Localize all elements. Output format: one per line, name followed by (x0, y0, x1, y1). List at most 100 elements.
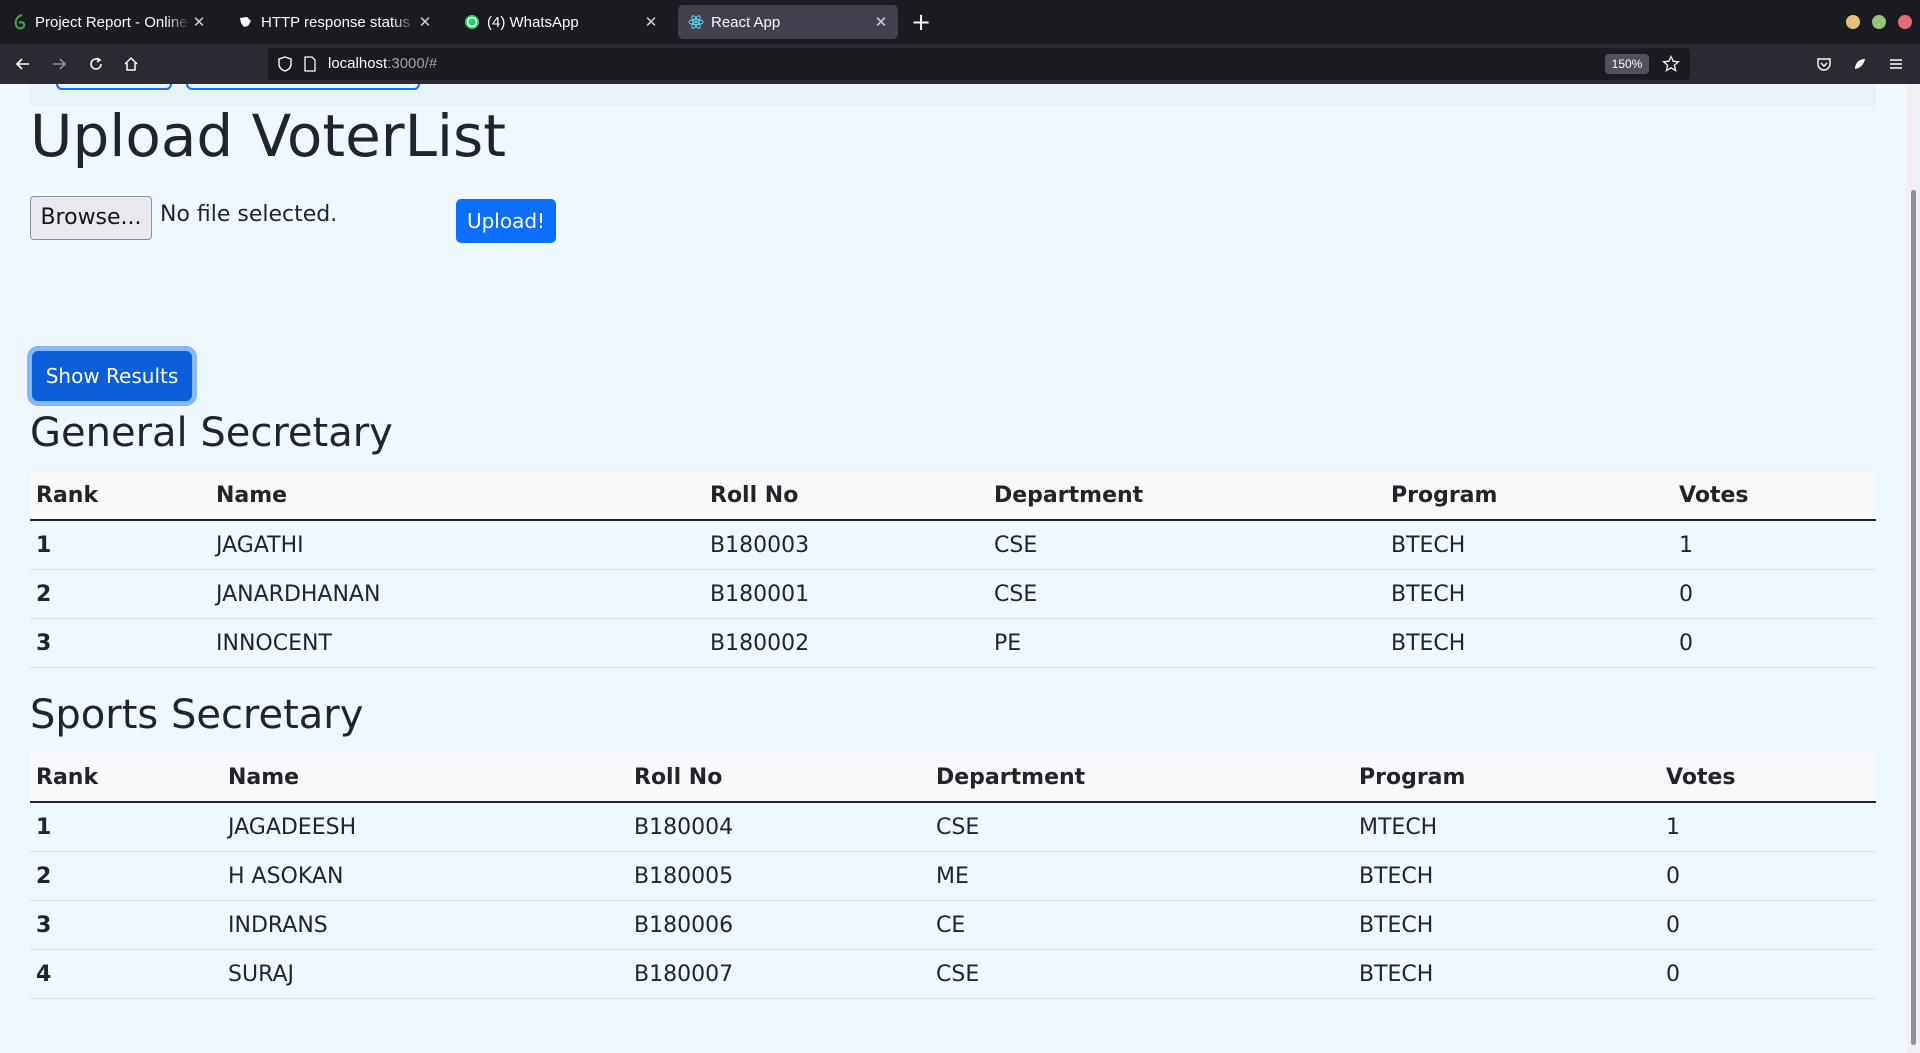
extension-button[interactable] (1848, 52, 1872, 76)
nav-button-partial[interactable] (186, 84, 420, 90)
home-icon (124, 56, 138, 71)
roll-no-cell: B180003 (704, 520, 988, 570)
hamburger-menu-icon (1890, 59, 1902, 69)
table-row: 4 SURAJ B180007 CSE BTECH 0 (30, 949, 1876, 999)
votes-cell: 0 (1673, 618, 1876, 668)
program-cell: BTECH (1385, 569, 1673, 619)
browser-tab-bar: Project Report - Online LaTeX Editor Ove… (0, 0, 1920, 44)
column-header-rank: Rank (30, 753, 222, 803)
program-cell: BTECH (1353, 851, 1660, 901)
column-header-department: Department (988, 471, 1385, 521)
tab-whatsapp[interactable]: (4) WhatsApp ✕ (454, 5, 668, 39)
tab-title: (4) WhatsApp (487, 13, 579, 31)
name-cell: INDRANS (222, 900, 628, 950)
back-arrow-icon (15, 58, 29, 70)
upload-button[interactable]: Upload! (456, 199, 556, 243)
close-icon[interactable]: ✕ (190, 13, 208, 31)
pocket-icon (1817, 58, 1831, 71)
close-window-button[interactable] (1898, 15, 1912, 29)
minimize-button[interactable] (1846, 15, 1860, 29)
browse-file-button[interactable]: Browse... (30, 196, 152, 240)
zoom-level-badge[interactable]: 150% (1605, 54, 1649, 74)
maximize-button[interactable] (1872, 15, 1886, 29)
back-button[interactable] (11, 52, 35, 76)
column-header-rank: Rank (30, 471, 210, 521)
rank-cell: 4 (30, 949, 222, 999)
table-header-row: Rank Name Roll No Department Program Vot… (30, 753, 1876, 803)
results-table-sports-secretary: Rank Name Roll No Department Program Vot… (30, 753, 1876, 999)
name-cell: INNOCENT (210, 618, 704, 668)
table-row: 3 INDRANS B180006 CE BTECH 0 (30, 900, 1876, 950)
column-header-name: Name (222, 753, 628, 803)
new-tab-button[interactable]: + (907, 8, 935, 36)
tab-react-app[interactable]: React App ✕ (678, 5, 898, 39)
column-header-program: Program (1353, 753, 1660, 803)
department-cell: CE (930, 900, 1353, 950)
url-text[interactable]: localhost:3000/# (328, 55, 437, 72)
react-icon (688, 14, 704, 30)
table-row: 2 JANARDHANAN B180001 CSE BTECH 0 (30, 569, 1876, 619)
url-bar[interactable]: localhost:3000/# 150% (268, 48, 1690, 80)
page-icon[interactable] (304, 56, 316, 76)
pocket-button[interactable] (1812, 52, 1836, 76)
file-status-text: No file selected. (160, 202, 338, 227)
close-icon[interactable]: ✕ (416, 13, 434, 31)
overleaf-icon (12, 14, 28, 30)
roll-no-cell: B180007 (628, 949, 930, 999)
department-cell: CSE (988, 569, 1385, 619)
rank-cell: 3 (30, 618, 210, 668)
roll-no-cell: B180005 (628, 851, 930, 901)
page-title: Upload VoterList (30, 102, 506, 170)
menu-button[interactable] (1884, 52, 1908, 76)
votes-cell: 0 (1660, 900, 1876, 950)
close-icon[interactable]: ✕ (642, 13, 660, 31)
table-row: 2 H ASOKAN B180005 ME BTECH 0 (30, 851, 1876, 901)
column-header-program: Program (1385, 471, 1673, 521)
column-header-roll-no: Roll No (704, 471, 988, 521)
column-header-roll-no: Roll No (628, 753, 930, 803)
section-title-general-secretary: General Secretary (30, 410, 393, 456)
scrollbar-thumb[interactable] (1911, 190, 1916, 1045)
tab-overleaf[interactable]: Project Report - Online LaTeX Editor Ove… (2, 5, 216, 39)
department-cell: CSE (988, 520, 1385, 570)
tab-title: HTTP response status codes - HTTP | MDN (261, 13, 416, 31)
department-cell: CSE (930, 802, 1353, 852)
url-path: :3000/# (387, 55, 438, 72)
program-cell: BTECH (1385, 520, 1673, 570)
nav-button-partial[interactable] (56, 84, 172, 90)
rank-cell: 1 (30, 802, 222, 852)
department-cell: ME (930, 851, 1353, 901)
department-cell: PE (988, 618, 1385, 668)
program-cell: BTECH (1385, 618, 1673, 668)
results-table-general-secretary: Rank Name Roll No Department Program Vot… (30, 471, 1876, 668)
section-title-sports-secretary: Sports Secretary (30, 692, 364, 738)
rank-cell: 2 (30, 851, 222, 901)
rank-cell: 1 (30, 520, 210, 570)
bookmark-star-icon[interactable] (1662, 54, 1680, 77)
whatsapp-icon (464, 14, 480, 30)
close-icon[interactable]: ✕ (872, 13, 890, 31)
votes-cell: 0 (1660, 949, 1876, 999)
shield-icon[interactable] (278, 56, 292, 76)
reload-icon (90, 57, 102, 70)
show-results-button[interactable]: Show Results (32, 351, 192, 401)
votes-cell: 1 (1673, 520, 1876, 570)
roll-no-cell: B180006 (628, 900, 930, 950)
program-cell: BTECH (1353, 900, 1660, 950)
tab-mdn[interactable]: HTTP response status codes - HTTP | MDN … (228, 5, 442, 39)
mdn-icon (238, 14, 254, 30)
name-cell: H ASOKAN (222, 851, 628, 901)
table-row: 1 JAGATHI B180003 CSE BTECH 1 (30, 520, 1876, 570)
votes-cell: 1 (1660, 802, 1876, 852)
forward-arrow-icon (53, 58, 67, 70)
tab-title: Project Report - Online LaTeX Editor Ove… (35, 13, 190, 31)
program-cell: MTECH (1353, 802, 1660, 852)
tab-title: React App (711, 13, 781, 31)
reload-button[interactable] (84, 52, 108, 76)
browser-nav-bar: localhost:3000/# 150% (0, 44, 1920, 84)
forward-button[interactable] (47, 52, 71, 76)
home-button[interactable] (119, 52, 143, 76)
column-header-name: Name (210, 471, 704, 521)
rank-cell: 3 (30, 900, 222, 950)
roll-no-cell: B180001 (704, 569, 988, 619)
